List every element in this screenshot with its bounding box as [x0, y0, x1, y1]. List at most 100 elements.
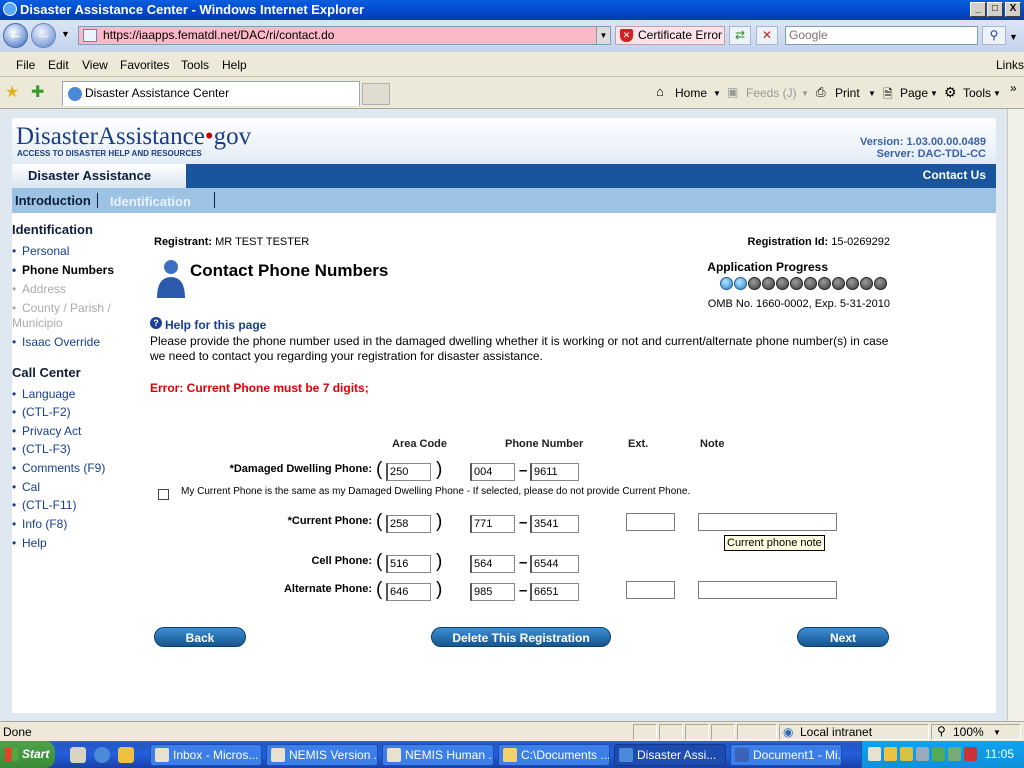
outlook-tray-icon[interactable] — [884, 747, 897, 761]
minimize-button[interactable]: _ — [970, 2, 986, 17]
chevron-more-icon[interactable]: » — [1010, 81, 1017, 95]
search-input[interactable]: Google — [785, 26, 978, 45]
back-nav-button[interactable]: ← — [3, 23, 28, 48]
taskbar-item-nemis-human[interactable]: NEMIS Human ... — [382, 744, 494, 766]
search-icon[interactable]: ⚲ — [982, 26, 1006, 45]
alternate-area-code-input[interactable]: 646 — [386, 583, 431, 601]
current-area-code-input[interactable]: 258 — [386, 515, 431, 533]
search-options-icon[interactable]: ▼ — [1009, 32, 1018, 42]
taskbar-item-nemis-version[interactable]: NEMIS Version ... — [266, 744, 378, 766]
nav-item-isaac-override[interactable]: Isaac Override — [12, 335, 142, 350]
current-line-input[interactable]: 3541 — [530, 515, 579, 533]
alternate-note-input[interactable] — [698, 581, 837, 599]
network-tray-icon[interactable] — [916, 747, 929, 761]
contact-us-link[interactable]: Contact Us — [923, 168, 986, 182]
nav-item-cal-key[interactable]: (CTL-F11) — [12, 498, 142, 513]
menu-file[interactable]: File — [16, 58, 35, 72]
certificate-error-button[interactable]: ✕ Certificate Error — [615, 26, 725, 45]
outlook-quicklaunch-icon[interactable] — [118, 747, 134, 763]
gear-icon[interactable]: ⚙ — [944, 84, 957, 101]
menu-help[interactable]: Help — [222, 58, 247, 72]
address-input[interactable]: https://iaapps.fematdl.net/DAC/ri/contac… — [78, 26, 611, 45]
home-label[interactable]: Home — [675, 86, 707, 100]
tools-dropdown-icon[interactable]: ▼ — [993, 89, 1001, 98]
home-icon[interactable]: ⌂ — [656, 84, 664, 99]
delete-registration-button[interactable]: Delete This Registration — [431, 627, 611, 647]
start-button[interactable]: Start — [0, 741, 55, 768]
print-icon[interactable]: ⎙ — [816, 85, 826, 100]
omb-number: OMB No. 1660-0002, Exp. 5-31-2010 — [707, 298, 890, 310]
stop-icon[interactable]: ✕ — [756, 26, 778, 45]
taskbar-item-document1[interactable]: Document1 - Mi... — [730, 744, 842, 766]
forward-nav-button[interactable]: → — [31, 23, 56, 48]
browser-tab[interactable]: Disaster Assistance Center — [62, 81, 360, 106]
cell-line-input[interactable]: 6544 — [530, 555, 579, 573]
feeds-label[interactable]: Feeds (J) — [746, 86, 797, 100]
refresh-icon[interactable]: ⇄ — [729, 26, 751, 45]
help-icon[interactable]: ? — [150, 317, 162, 329]
current-prefix-input[interactable]: 771 — [470, 515, 515, 533]
cell-area-code-input[interactable]: 516 — [386, 555, 431, 573]
back-button[interactable]: Back — [154, 627, 246, 647]
same-as-damaged-checkbox[interactable] — [158, 489, 169, 500]
feeds-dropdown-icon[interactable]: ▼ — [801, 89, 809, 98]
alert-tray-icon[interactable] — [964, 747, 977, 761]
alternate-line-input[interactable]: 6651 — [530, 583, 579, 601]
nav-item-language[interactable]: Language — [12, 387, 142, 402]
print-dropdown-icon[interactable]: ▼ — [868, 89, 876, 98]
print-label[interactable]: Print — [835, 86, 860, 100]
damaged-prefix-input[interactable]: 004 — [470, 463, 515, 481]
history-dropdown-icon[interactable]: ▼ — [61, 29, 70, 39]
new-tab-button[interactable] — [362, 83, 390, 105]
alternate-prefix-input[interactable]: 985 — [470, 583, 515, 601]
menu-favorites[interactable]: Favorites — [120, 58, 169, 72]
mail-tray-icon[interactable] — [868, 747, 881, 761]
zoom-dropdown-icon[interactable]: ▼ — [993, 728, 1001, 737]
taskbar-item-disaster-assistance[interactable]: Disaster Assi... — [614, 744, 726, 766]
address-dropdown-icon[interactable]: ▼ — [596, 27, 610, 44]
menu-view[interactable]: View — [82, 58, 108, 72]
page-title: Contact Phone Numbers — [190, 261, 389, 280]
breadcrumb-introduction[interactable]: Introduction — [15, 193, 98, 208]
vertical-scrollbar[interactable] — [1007, 109, 1024, 721]
window-title-bar[interactable]: Disaster Assistance Center - Windows Int… — [0, 0, 1024, 20]
nav-item-help[interactable]: Help — [12, 536, 142, 551]
page-icon-cmd[interactable]: 🗎 — [883, 85, 893, 106]
damaged-area-code-input[interactable]: 250 — [386, 463, 431, 481]
nav-item-phone-numbers[interactable]: Phone Numbers — [12, 263, 142, 278]
maximize-button[interactable]: □ — [987, 2, 1003, 17]
ie-quicklaunch-icon[interactable] — [94, 747, 110, 763]
close-window-button[interactable]: X — [1005, 2, 1021, 17]
feeds-icon[interactable]: ▣ — [727, 85, 738, 99]
desktop-icon[interactable] — [70, 747, 86, 763]
nav-item-language-key[interactable]: (CTL-F2) — [12, 405, 142, 420]
nav-item-privacy-key[interactable]: (CTL-F3) — [12, 442, 142, 457]
taskbar-item-documents[interactable]: C:\Documents ... — [498, 744, 610, 766]
next-button[interactable]: Next — [797, 627, 889, 647]
cell-prefix-input[interactable]: 564 — [470, 555, 515, 573]
nav-item-comments[interactable]: Comments (F9) — [12, 461, 142, 476]
network2-tray-icon[interactable] — [948, 747, 961, 761]
taskbar-item-inbox[interactable]: Inbox - Micros... — [150, 744, 262, 766]
security-tray-icon[interactable] — [900, 747, 913, 761]
links-label[interactable]: Links — [996, 58, 1024, 72]
update-tray-icon[interactable] — [932, 747, 945, 761]
menu-tools[interactable]: Tools — [181, 58, 209, 72]
current-note-input[interactable] — [698, 513, 837, 531]
page-label[interactable]: Page — [900, 86, 928, 100]
tools-label[interactable]: Tools — [963, 86, 991, 100]
home-dropdown-icon[interactable]: ▼ — [713, 89, 721, 98]
current-ext-input[interactable] — [626, 513, 675, 531]
nav-item-personal[interactable]: Personal — [12, 244, 142, 259]
damaged-line-input[interactable]: 9611 — [530, 463, 579, 481]
zone-label: Local intranet — [800, 725, 873, 739]
help-link[interactable]: Help for this page — [165, 318, 266, 332]
alternate-ext-input[interactable] — [626, 581, 675, 599]
page-dropdown-icon[interactable]: ▼ — [930, 89, 938, 98]
nav-item-privacy-act[interactable]: Privacy Act — [12, 424, 142, 439]
favorites-star-icon[interactable]: ★ — [5, 82, 19, 102]
nav-item-cal[interactable]: Cal — [12, 480, 142, 495]
nav-item-info[interactable]: Info (F8) — [12, 517, 142, 532]
menu-edit[interactable]: Edit — [48, 58, 69, 72]
add-favorite-icon[interactable]: ✚ — [31, 82, 44, 102]
